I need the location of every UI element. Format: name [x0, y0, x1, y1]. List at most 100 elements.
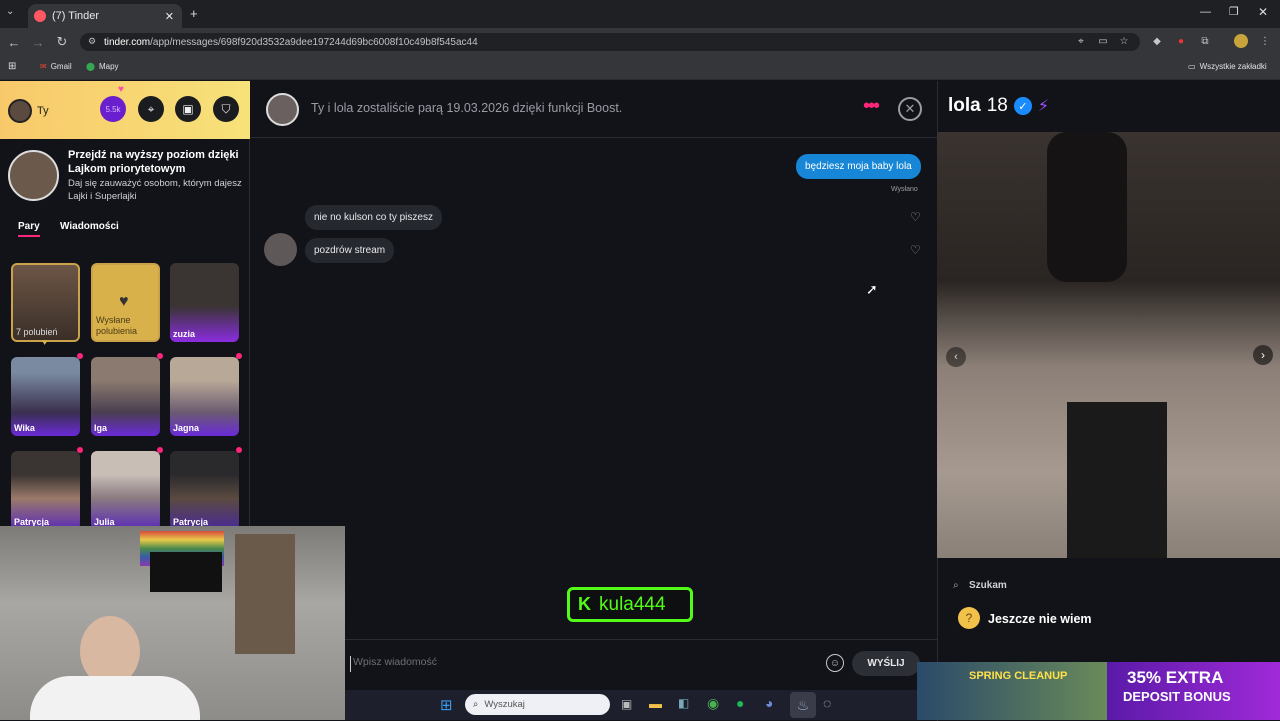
menu-dots-icon[interactable]: ⋮ — [1258, 34, 1272, 48]
promo-title[interactable]: Przejdź na wyższy poziom dzięki Lajkom p… — [68, 148, 244, 176]
more-options-icon[interactable]: ••• — [863, 95, 880, 118]
extension-icon[interactable]: ◆ — [1150, 34, 1164, 48]
spotify-icon[interactable]: ● — [736, 695, 744, 711]
minimize-icon[interactable]: — — [1200, 6, 1211, 18]
chrome-icon[interactable]: ◉ — [707, 695, 719, 712]
match-name: Wika — [14, 423, 35, 433]
bookmark-label: Mapy — [98, 62, 119, 71]
prev-photo-icon[interactable]: ‹ — [946, 347, 966, 367]
discord-icon[interactable]: ◕ — [765, 695, 773, 711]
steam-icon[interactable]: ♨ — [790, 692, 816, 718]
url-path: /app/messages/698f920d3532a9dee197244d69… — [150, 36, 478, 48]
extensions-puzzle-icon[interactable]: ⧉ — [1198, 34, 1212, 48]
close-chat-icon[interactable]: ✕ — [898, 97, 922, 121]
overlay-handle: kula444 — [599, 593, 666, 615]
likes-card-label: 7 polubień — [16, 327, 58, 337]
profile-avatar-icon[interactable] — [1234, 34, 1248, 48]
windows-start-icon[interactable]: ⊞ — [440, 696, 453, 714]
back-icon[interactable]: ← — [6, 34, 22, 50]
bookmark-gmail[interactable]: ✉ Gmail — [40, 62, 72, 71]
match-card[interactable]: zuzia — [170, 263, 239, 342]
bookmark-label: Gmail — [50, 62, 72, 71]
restore-icon[interactable]: ❐ — [1229, 5, 1239, 18]
boost-badge[interactable]: 5.5k — [100, 96, 126, 122]
user-avatar[interactable] — [8, 99, 32, 123]
received-message: nie no kulson co ty piszesz — [305, 205, 442, 230]
reload-icon[interactable]: ↻ — [54, 34, 70, 50]
tab-wiadomosci[interactable]: Wiadomości — [60, 221, 119, 232]
match-card[interactable]: Patrycja — [170, 451, 239, 530]
match-name: Jagna — [173, 423, 200, 433]
bookmark-maps[interactable]: ⬤ Mapy — [86, 62, 119, 71]
like-message-icon[interactable]: ♡ — [910, 243, 921, 257]
boost-bolt-icon: ⚡ — [1037, 98, 1050, 115]
tinder-favicon-icon — [34, 10, 46, 22]
match-card[interactable]: Jagna — [170, 357, 239, 436]
match-info: Ty i lola zostaliście parą 19.03.2026 dz… — [311, 101, 623, 115]
close-tab-icon[interactable]: ✕ — [165, 10, 174, 23]
next-photo-icon[interactable]: › — [1253, 345, 1273, 365]
user-label: Ty — [37, 105, 49, 117]
unread-dot — [236, 353, 242, 359]
browser-tabbar: ⌄ (7) Tinder ✕ + — ❐ ✕ — [0, 0, 1280, 28]
message-input[interactable]: Wpisz wiadomość — [350, 656, 810, 672]
unread-dot — [157, 353, 163, 359]
sender-avatar[interactable] — [264, 233, 297, 266]
site-info-icon[interactable]: ⚙ — [88, 36, 96, 47]
message-status: Wysłano — [891, 186, 918, 193]
emoji-icon[interactable]: ☺ — [826, 654, 844, 672]
forward-icon[interactable]: → — [30, 34, 46, 50]
match-card[interactable]: Wika — [11, 357, 80, 436]
explore-compass-icon[interactable]: ⌖ — [138, 96, 164, 122]
match-card[interactable]: Julia — [91, 451, 160, 530]
task-view-icon[interactable]: ▣ — [621, 697, 632, 711]
bookmark-star-icon[interactable]: ☆ — [1117, 34, 1131, 48]
ad-banner-right[interactable]: 35% EXTRA DEPOSIT BONUS — [1107, 662, 1280, 720]
tab-pary[interactable]: Pary — [18, 221, 40, 232]
taskbar: ⊞ ⌕ Wyszukaj ▣ ▬ ◧ ◉ ● ◕ ♨ ◌ — [345, 690, 917, 720]
apps-grid-icon[interactable]: ⊞ — [8, 61, 16, 72]
app-icon[interactable]: ◌ — [823, 695, 831, 711]
extension-red-icon[interactable]: ● — [1174, 34, 1188, 48]
all-bookmarks[interactable]: ▭ Wszystkie zakładki — [1188, 62, 1267, 71]
promo-avatar[interactable] — [8, 150, 59, 201]
stream-overlay-tag: K kula444 — [567, 587, 693, 622]
photo-figure — [1047, 132, 1127, 282]
shield-icon[interactable]: ⛉ — [213, 96, 239, 122]
file-explorer-icon[interactable]: ▬ — [649, 696, 662, 711]
search-icon: ⌕ — [473, 699, 479, 710]
verified-badge-icon: ✓ — [1013, 97, 1032, 115]
location-icon[interactable]: ⌖ — [1074, 34, 1088, 48]
match-name: zuzia — [173, 329, 196, 339]
unread-dot — [157, 447, 163, 453]
store-icon[interactable]: ◧ — [678, 696, 689, 710]
maps-pin-icon: ⬤ — [86, 62, 95, 71]
close-window-icon[interactable]: ✕ — [1258, 5, 1268, 19]
taskbar-search[interactable]: ⌕ Wyszukaj — [465, 694, 610, 715]
all-bookmarks-label: Wszystkie zakładki — [1199, 62, 1267, 71]
browser-tab[interactable]: (7) Tinder ✕ — [28, 4, 182, 28]
sent-message: będziesz moja baby lola — [796, 154, 921, 179]
gmail-icon: ✉ — [40, 62, 47, 71]
ad-banner-left[interactable]: SPRING CLEANUP — [917, 662, 1107, 720]
cast-icon[interactable]: ▭ — [1096, 34, 1110, 48]
url-host: tinder.com — [104, 36, 151, 48]
url-bar[interactable]: ⚙ tinder.com/app/messages/698f920d3532a9… — [80, 33, 1140, 51]
match-avatar[interactable] — [266, 93, 299, 126]
bookmarks-bar: ⊞ ✉ Gmail ⬤ Mapy ▭ Wszystkie zakładki — [0, 56, 1280, 80]
match-card[interactable]: Iga — [91, 357, 160, 436]
profile-photo[interactable] — [937, 132, 1280, 558]
match-name: Iga — [94, 423, 108, 433]
like-message-icon[interactable]: ♡ — [910, 210, 921, 224]
ad-line2: 35% EXTRA — [1127, 668, 1224, 687]
send-button[interactable]: WYŚLIJ — [852, 651, 920, 676]
briefcase-icon[interactable]: ▣ — [175, 96, 201, 122]
heart-icon: ♥ — [118, 84, 124, 95]
new-tab-icon[interactable]: + — [190, 6, 198, 21]
thinking-emoji-icon: ? — [958, 607, 980, 629]
ad-line1: SPRING CLEANUP — [969, 670, 1068, 682]
tab-list-icon[interactable]: ⌄ — [6, 6, 14, 17]
likes-card[interactable]: 7 polubień — [11, 263, 80, 342]
sent-likes-card[interactable]: ♥ Wysłane polubienia — [91, 263, 160, 342]
match-card[interactable]: Patrycja — [11, 451, 80, 530]
